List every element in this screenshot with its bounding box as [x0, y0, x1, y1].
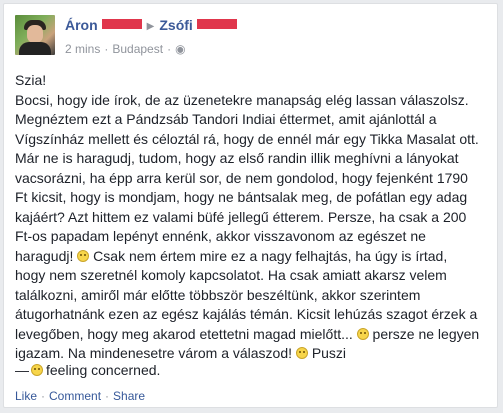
- post-line: Ft kicsit, hogy is mondjam, hogy ne bánt…: [15, 189, 468, 205]
- post-line-text: persze ne legyen: [372, 325, 480, 342]
- feeling-dash: —: [15, 362, 29, 378]
- post-line-text: Csak nem értem mire ez a nagy felhajtás,…: [93, 247, 448, 264]
- like-link[interactable]: Like: [15, 389, 37, 403]
- post-line: kajáért? Azt hittem ez valami büfé jelle…: [15, 208, 467, 225]
- facebook-post: Áron ▶ Zsófi 2 mins · Budapest · ◉ Szia! Bocsi…: [3, 3, 498, 408]
- meta-separator: ·: [167, 42, 172, 56]
- smile-emoji-icon: [77, 249, 90, 262]
- post-line-text: Puszi: [311, 345, 347, 361]
- post-line: átugorhatnánk ezen az egész kajálás témá…: [15, 306, 478, 322]
- share-link[interactable]: Share: [113, 389, 145, 403]
- concerned-emoji-icon: [31, 364, 43, 376]
- post-line: hogy nem szeretnél komoly kapcsolatot. H…: [15, 267, 447, 283]
- action-separator: ·: [41, 389, 46, 403]
- avatar-face: [27, 25, 43, 43]
- post-actions: Like · Comment · Share: [15, 389, 145, 403]
- avatar-shirt: [19, 42, 51, 55]
- post-line-text: levegőben, hogy meg akarod etettetni mag…: [15, 325, 353, 342]
- post-line: Szia!: [15, 72, 47, 88]
- post-line: Már ne is haragudj, tudom, hogy az első …: [15, 150, 459, 166]
- redacted-author-surname: [101, 19, 142, 29]
- post-body: Szia! Bocsi, hogy ide írok, de az üzenet…: [15, 71, 491, 364]
- smile-emoji-icon: [295, 347, 308, 359]
- post-line: Megnéztem ezt a Pándzsáb Tandori Indiai …: [15, 111, 437, 127]
- post-meta: 2 mins · Budapest · ◉: [65, 42, 186, 56]
- action-separator: ·: [105, 389, 110, 403]
- post-line: levegőben, hogy meg akarod etettetni mag…: [15, 325, 491, 345]
- post-line-text: igazam. Na mindenesetre várom a válaszod…: [15, 345, 293, 361]
- post-line: Ft-os papadam lepényt ennénk, akkor viss…: [15, 228, 426, 244]
- recipient-name-link[interactable]: Zsófi: [159, 17, 192, 33]
- post-line: Bocsi, hogy ide írok, de az üzenetekre m…: [15, 91, 469, 108]
- post-line: vacsorázni, ha épp arra kerül sor, de ne…: [15, 169, 468, 186]
- feeling-line: — feeling concerned.: [15, 362, 160, 378]
- post-line: igazam. Na mindenesetre várom a válaszod…: [15, 344, 491, 364]
- post-line: Vígszínház mellett és céloztál rá, hogy …: [15, 130, 479, 147]
- meta-separator: ·: [104, 42, 109, 56]
- author-name-link[interactable]: Áron: [65, 17, 98, 33]
- post-line-text: haragudj!: [15, 247, 74, 264]
- globe-icon[interactable]: ◉: [175, 42, 185, 56]
- post-line: találkozni, amiről már előtte többször b…: [15, 286, 421, 303]
- location-link[interactable]: Budapest: [112, 42, 163, 56]
- comment-link[interactable]: Comment: [49, 389, 101, 403]
- post-header: Áron ▶ Zsófi: [65, 17, 237, 33]
- redacted-recipient-surname: [196, 19, 237, 29]
- feeling-text: feeling concerned.: [46, 362, 161, 378]
- arrow-icon: ▶: [146, 21, 155, 32]
- smile-emoji-icon: [356, 327, 369, 340]
- author-avatar[interactable]: [15, 15, 55, 55]
- timestamp-link[interactable]: 2 mins: [65, 42, 100, 56]
- post-line: haragudj! Csak nem értem mire ez a nagy …: [15, 247, 491, 267]
